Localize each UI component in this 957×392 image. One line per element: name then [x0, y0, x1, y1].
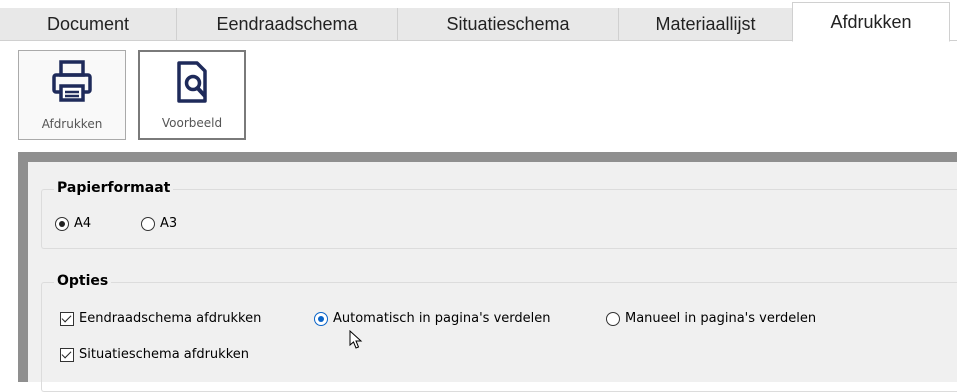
preview-button[interactable]: Voorbeeld — [138, 50, 246, 140]
tab-eendraadschema[interactable]: Eendraadschema — [176, 8, 397, 40]
print-button[interactable]: Afdrukken — [18, 50, 126, 140]
tab-materiaallijst[interactable]: Materiaallijst — [618, 8, 792, 40]
radio-a3[interactable]: A3 — [141, 216, 177, 231]
radio-auto-pages-indicator[interactable] — [314, 311, 328, 326]
radio-manual-pages[interactable]: Manueel in pagina's verdelen — [606, 311, 816, 326]
radio-manual-pages-indicator[interactable] — [606, 311, 620, 326]
tab-afdrukken[interactable]: Afdrukken — [792, 2, 950, 42]
printer-icon — [50, 59, 94, 107]
checkbox-eendraadschema-label: Eendraadschema afdrukken — [79, 311, 262, 326]
checkbox-eendraadschema-box[interactable] — [60, 311, 74, 326]
mouse-cursor-icon — [349, 329, 363, 354]
radio-a4-label: A4 — [74, 216, 92, 231]
tab-bar: Document Eendraadschema Situatieschema M… — [0, 0, 957, 42]
paper-format-title: Papierformaat — [54, 180, 174, 196]
print-settings-content: Papierformaat A4 A3 Opties Eendraadschem… — [28, 162, 957, 392]
radio-auto-pages-label: Automatisch in pagina's verdelen — [333, 311, 551, 326]
radio-a3-indicator[interactable] — [141, 216, 155, 231]
preview-button-label: Voorbeeld — [161, 116, 223, 130]
tab-situatieschema[interactable]: Situatieschema — [397, 8, 618, 40]
radio-a3-label: A3 — [160, 216, 178, 231]
tab-document[interactable]: Document — [0, 8, 176, 40]
checkbox-situatieschema[interactable]: Situatieschema afdrukken — [60, 347, 249, 362]
radio-a4-indicator[interactable] — [55, 216, 69, 231]
checkbox-eendraadschema[interactable]: Eendraadschema afdrukken — [60, 311, 261, 326]
options-title: Opties — [54, 273, 112, 289]
radio-a4[interactable]: A4 — [55, 216, 91, 231]
checkbox-situatieschema-label: Situatieschema afdrukken — [79, 347, 250, 362]
radio-auto-pages[interactable]: Automatisch in pagina's verdelen — [314, 311, 550, 326]
checkbox-situatieschema-box[interactable] — [60, 347, 74, 362]
document-search-icon — [170, 60, 214, 108]
print-settings-panel: Papierformaat A4 A3 Opties Eendraadschem… — [18, 152, 957, 392]
options-group: Opties Eendraadschema afdrukken Automati… — [41, 273, 957, 392]
radio-manual-pages-label: Manueel in pagina's verdelen — [625, 311, 817, 326]
print-button-label: Afdrukken — [41, 117, 103, 131]
paper-format-group: Papierformaat A4 A3 — [41, 180, 957, 249]
